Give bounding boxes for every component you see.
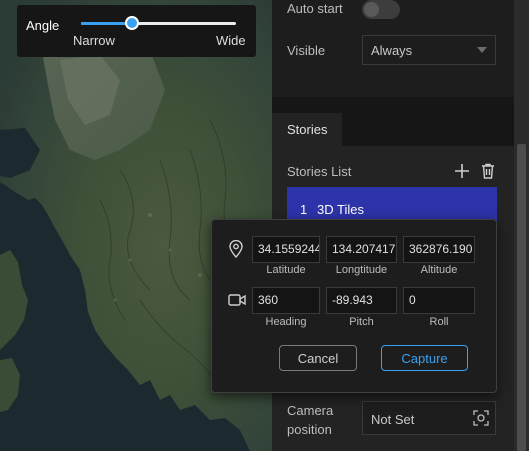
tab-stories-label: Stories: [287, 122, 328, 137]
pitch-input[interactable]: -89.943: [326, 287, 397, 314]
auto-start-label: Auto start: [287, 1, 343, 16]
map-pin-icon: [228, 239, 244, 261]
camera-position-value: Not Set: [371, 412, 415, 427]
trash-icon[interactable]: [479, 162, 497, 180]
cancel-button[interactable]: Cancel: [279, 345, 357, 371]
angle-min-label: Narrow: [73, 33, 115, 48]
roll-label: Roll: [429, 316, 449, 328]
visible-select[interactable]: Always: [362, 35, 496, 65]
camera-position-field[interactable]: Not Set: [362, 401, 496, 435]
visible-select-value: Always: [371, 43, 413, 58]
angle-label: Angle: [26, 18, 60, 33]
pitch-label: Pitch: [349, 316, 374, 328]
camera-capture-icon[interactable]: [473, 410, 489, 429]
longitude-input[interactable]: 134.207417: [326, 236, 397, 263]
settings-section: Auto start Visible Always: [272, 0, 514, 97]
plus-icon[interactable]: [453, 162, 471, 180]
heading-input[interactable]: 360: [252, 287, 320, 314]
latitude-label: Latitude: [266, 264, 306, 276]
roll-input[interactable]: 0: [403, 287, 475, 314]
chevron-down-icon: [477, 47, 487, 53]
stories-list-title: Stories List: [287, 164, 352, 179]
longitude-label: Longtitude: [335, 264, 388, 276]
tab-stories[interactable]: Stories: [272, 113, 342, 146]
camera-capture-popup: 34.1559244 134.207417 362876.190 Latitud…: [211, 219, 497, 393]
panel-scrollbar-thumb[interactable]: [517, 144, 526, 451]
latitude-input[interactable]: 34.1559244: [252, 236, 320, 263]
toggle-knob: [364, 2, 379, 17]
panel-scrollbar[interactable]: [514, 0, 529, 451]
heading-label: Heading: [265, 316, 307, 328]
video-camera-icon: [228, 293, 246, 310]
camera-position-label: Camera position: [287, 403, 334, 437]
altitude-input[interactable]: 362876.190: [403, 236, 475, 263]
capture-button[interactable]: Capture: [381, 345, 468, 371]
altitude-label: Altitude: [420, 264, 458, 276]
story-list-item[interactable]: 1 3D Tiles: [287, 187, 497, 223]
angle-slider[interactable]: [81, 16, 236, 30]
angle-control: Angle Narrow Wide: [17, 5, 256, 57]
story-title: 3D Tiles: [317, 202, 364, 217]
auto-start-toggle[interactable]: [362, 0, 400, 19]
tab-bar-spacer: [272, 97, 514, 113]
story-number: 1: [300, 202, 308, 217]
visible-label: Visible: [287, 43, 326, 58]
angle-slider-thumb[interactable]: [125, 16, 140, 30]
angle-max-label: Wide: [216, 33, 246, 48]
